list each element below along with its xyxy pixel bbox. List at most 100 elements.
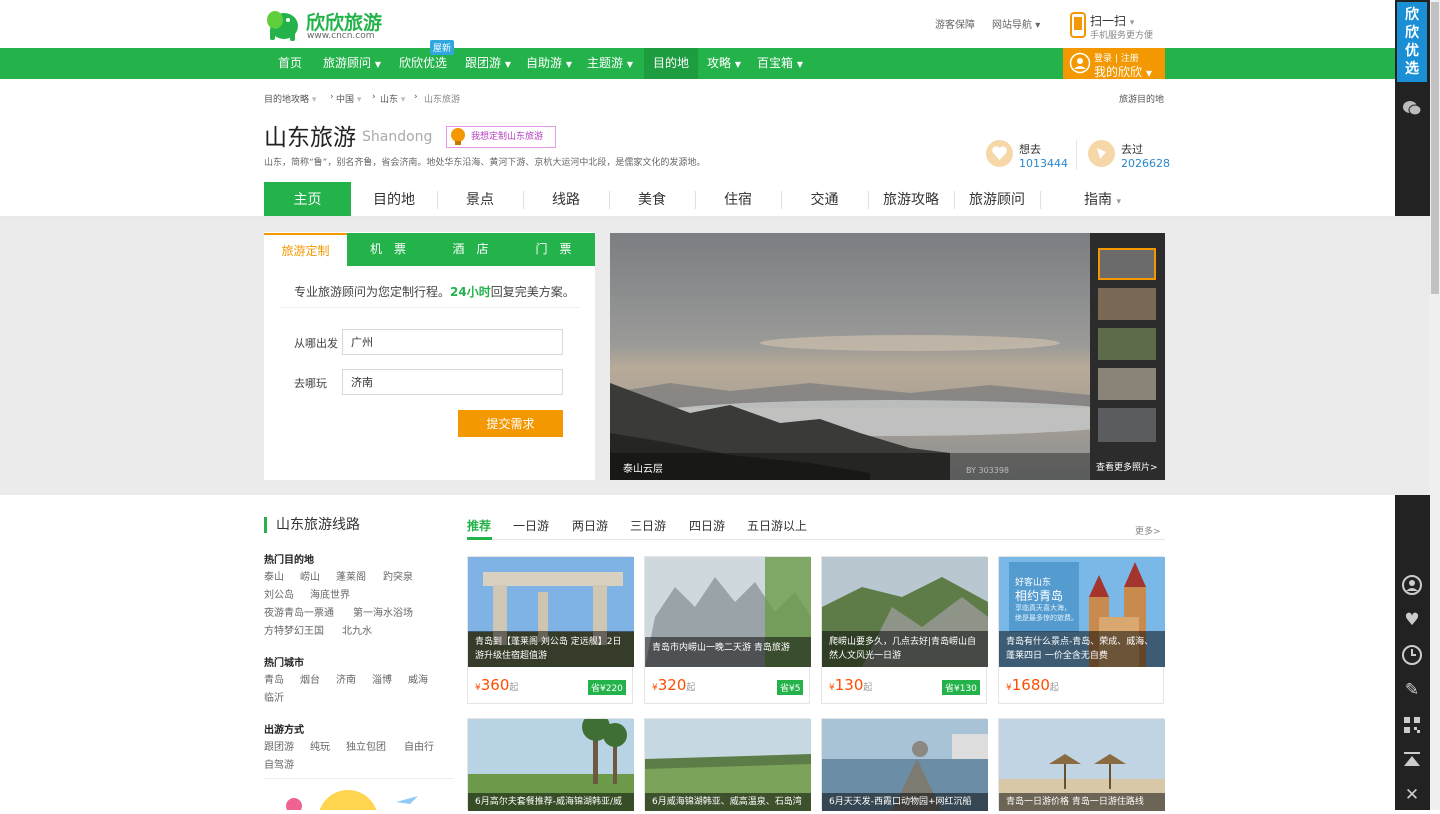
route-tab-4day[interactable]: 四日游 <box>689 517 725 534</box>
tab-hotels[interactable]: 酒 店 <box>429 233 512 266</box>
nav-advisor[interactable]: 旅游顾问 ▼ <box>318 48 386 79</box>
route-tab-1day[interactable]: 一日游 <box>513 517 549 534</box>
route-card[interactable]: 6月天天发-西霞口动物园+网红沉船 <box>821 718 988 811</box>
breadcrumb-root[interactable]: 目的地攻略 ▾ <box>264 92 316 105</box>
city-link[interactable]: 青岛 <box>264 671 284 686</box>
city-link[interactable]: 淄博 <box>372 671 392 686</box>
nav-theme-tour[interactable]: 主题游 ▼ <box>582 48 638 79</box>
nav-destination[interactable]: 目的地 <box>644 48 698 79</box>
city-link[interactable]: 烟台 <box>300 671 320 686</box>
mode-link[interactable]: 纯玩 <box>310 738 330 753</box>
route-card[interactable]: 6月高尔夫套餐推荐-威海锦湖韩亚/威 <box>467 713 634 811</box>
thumbnail[interactable] <box>1098 328 1156 360</box>
breadcrumb-shandong[interactable]: 山东 ▾ <box>380 92 405 105</box>
divider <box>1076 140 1077 170</box>
heart-icon[interactable]: ♥ <box>1398 606 1426 634</box>
qrcode-icon[interactable] <box>1398 711 1426 739</box>
card-price: ¥130起 <box>829 676 873 694</box>
youxuan-badge[interactable]: 欣欣优选 <box>1397 2 1427 82</box>
nav-toolbox[interactable]: 百宝箱 ▼ <box>753 48 807 79</box>
nav-group-tour[interactable]: 跟团游 ▼ <box>460 48 516 79</box>
thumbnail[interactable] <box>1098 248 1156 280</box>
route-card[interactable]: 青岛市内崂山一晚二天游 青岛旅游 ¥320起 省¥5 <box>644 556 811 704</box>
route-card[interactable]: 6月威海锦湖韩亚、威高温泉、石岛湾 <box>644 718 811 811</box>
promo-banner[interactable] <box>278 790 428 810</box>
login-button[interactable]: 登录 | 注册 我的欣欣 ▼ <box>1063 48 1165 79</box>
route-card[interactable]: 好客山东 相约青岛 享临真天喜大海， 绝是最多惊的旅费。 青岛有什么景点-青岛、… <box>998 556 1165 704</box>
breadcrumb-china[interactable]: 中国 ▾ <box>336 92 361 105</box>
nav-guide[interactable]: 攻略 ▼ <box>702 48 746 79</box>
clock-icon[interactable] <box>1398 641 1426 669</box>
scan-title[interactable]: 扫一扫 ▾ <box>1090 12 1134 29</box>
tab-tickets[interactable]: 门 票 <box>512 233 595 266</box>
to-input[interactable] <box>342 369 563 395</box>
dest-link[interactable]: 泰山 <box>264 568 284 583</box>
city-link[interactable]: 临沂 <box>264 689 284 704</box>
city-link[interactable]: 威海 <box>408 671 428 686</box>
heart-icon[interactable] <box>986 140 1013 167</box>
tab-guide[interactable]: 指南 ▾ <box>1040 182 1165 216</box>
tab-hotel[interactable]: 住宿 <box>695 182 781 216</box>
dest-link[interactable]: 趵突泉 <box>383 568 413 583</box>
thumbnail[interactable] <box>1098 368 1156 400</box>
dest-link[interactable]: 刘公岛 <box>264 586 294 601</box>
route-tab-3day[interactable]: 三日游 <box>630 517 666 534</box>
close-icon[interactable]: ✕ <box>1398 781 1426 809</box>
city-link[interactable]: 济南 <box>336 671 356 686</box>
route-tab-5day[interactable]: 五日游以上 <box>747 517 807 534</box>
edit-icon[interactable]: ✎ <box>1398 676 1426 704</box>
route-card[interactable]: 爬崂山要多久，几点去好|青岛崂山自然人文风光一日游 ¥130起 省¥130 <box>821 556 988 704</box>
dest-link[interactable]: 夜游青岛一票通 <box>264 604 334 619</box>
from-input[interactable] <box>342 329 563 355</box>
dest-link[interactable]: 蓬莱阁 <box>336 568 366 583</box>
route-card[interactable]: 青岛到【蓬莱阁 刘公岛 定远舰】2日游升级住宿超值游 ¥360起 省¥220 <box>467 556 634 704</box>
mode-link[interactable]: 自驾游 <box>264 756 294 771</box>
flag-icon[interactable] <box>1088 140 1115 167</box>
back-to-top-icon[interactable] <box>1398 746 1426 774</box>
dest-link[interactable]: 北九水 <box>342 622 372 637</box>
route-card[interactable]: 青岛一日游价格 青岛一日游住路线 <box>998 718 1165 811</box>
from-label: 从哪出发 <box>294 337 338 350</box>
site-nav-link[interactable]: 网站导航 ▾ <box>992 16 1040 31</box>
dest-link[interactable]: 第一海水浴场 <box>353 604 413 619</box>
route-tab-recommended[interactable]: 推荐 <box>467 517 491 534</box>
tab-routes[interactable]: 线路 <box>523 182 609 216</box>
tab-strategy[interactable]: 旅游攻略 <box>868 182 954 216</box>
tab-destination[interactable]: 目的地 <box>351 182 437 216</box>
user-icon[interactable] <box>1398 571 1426 599</box>
scrollbar-thumb[interactable] <box>1431 2 1439 294</box>
thumbnail[interactable] <box>1098 408 1156 442</box>
mode-link[interactable]: 自由行 <box>404 738 434 753</box>
hero-photo[interactable] <box>610 233 1165 480</box>
tab-flights[interactable]: 机 票 <box>347 233 429 266</box>
card-price: ¥360起 <box>475 676 519 694</box>
dest-link[interactable]: 崂山 <box>300 568 320 583</box>
submit-button[interactable]: 提交需求 <box>458 410 563 437</box>
tab-custom-trip[interactable]: 旅游定制 <box>264 233 347 266</box>
wechat-icon[interactable] <box>1398 94 1426 122</box>
more-routes-link[interactable]: 更多> <box>1135 524 1161 537</box>
breadcrumb-current: 山东旅游 <box>424 95 461 105</box>
mobile-phone-icon <box>1070 12 1086 41</box>
mode-link[interactable]: 跟团游 <box>264 738 294 753</box>
tab-home[interactable]: 主页 <box>264 182 351 216</box>
nav-home[interactable]: 首页 <box>270 48 310 79</box>
nav-self-tour[interactable]: 自助游 ▼ <box>521 48 577 79</box>
tab-food[interactable]: 美食 <box>609 182 695 216</box>
mode-link[interactable]: 独立包团 <box>346 738 386 753</box>
travel-destination-link[interactable]: 旅游目的地 <box>1119 92 1164 105</box>
tab-transport[interactable]: 交通 <box>781 182 868 216</box>
guarantee-link[interactable]: 游客保障 <box>935 16 975 31</box>
chevron-down-icon: ▼ <box>734 60 741 69</box>
thumbnail[interactable] <box>1098 288 1156 320</box>
custom-form-panel <box>264 232 595 480</box>
route-tab-2day[interactable]: 两日游 <box>572 517 608 534</box>
custom-trip-button[interactable]: 我想定制山东旅游 <box>446 126 556 148</box>
dest-link[interactable]: 海底世界 <box>310 586 350 601</box>
tab-advisor[interactable]: 旅游顾问 <box>954 182 1040 216</box>
more-photos-link[interactable]: 查看更多照片> <box>1096 460 1158 473</box>
tip-text: 专业旅游顾问为您定制行程。 <box>294 285 451 299</box>
tab-attractions[interactable]: 景点 <box>437 182 523 216</box>
photo-caption: 泰山云层 <box>623 464 663 475</box>
dest-link[interactable]: 方特梦幻王国 <box>264 622 324 637</box>
